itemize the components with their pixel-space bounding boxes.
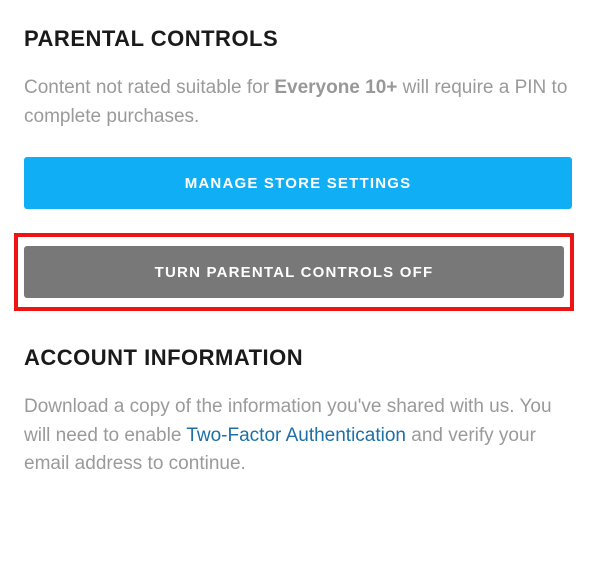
account-information-title: ACCOUNT INFORMATION <box>24 345 572 371</box>
parental-controls-description: Content not rated suitable for Everyone … <box>24 74 572 131</box>
parental-controls-section: PARENTAL CONTROLS Content not rated suit… <box>24 26 572 311</box>
highlight-box: TURN PARENTAL CONTROLS OFF <box>14 233 574 311</box>
parental-controls-title: PARENTAL CONTROLS <box>24 26 572 52</box>
desc-text-before: Content not rated suitable for <box>24 77 274 98</box>
desc-rating-bold: Everyone 10+ <box>274 77 397 98</box>
account-information-description: Download a copy of the information you'v… <box>24 393 572 479</box>
two-factor-authentication-link[interactable]: Two-Factor Authentication <box>186 425 406 446</box>
manage-store-settings-button[interactable]: MANAGE STORE SETTINGS <box>24 157 572 209</box>
account-information-section: ACCOUNT INFORMATION Download a copy of t… <box>24 345 572 479</box>
turn-parental-controls-off-button[interactable]: TURN PARENTAL CONTROLS OFF <box>24 246 564 298</box>
